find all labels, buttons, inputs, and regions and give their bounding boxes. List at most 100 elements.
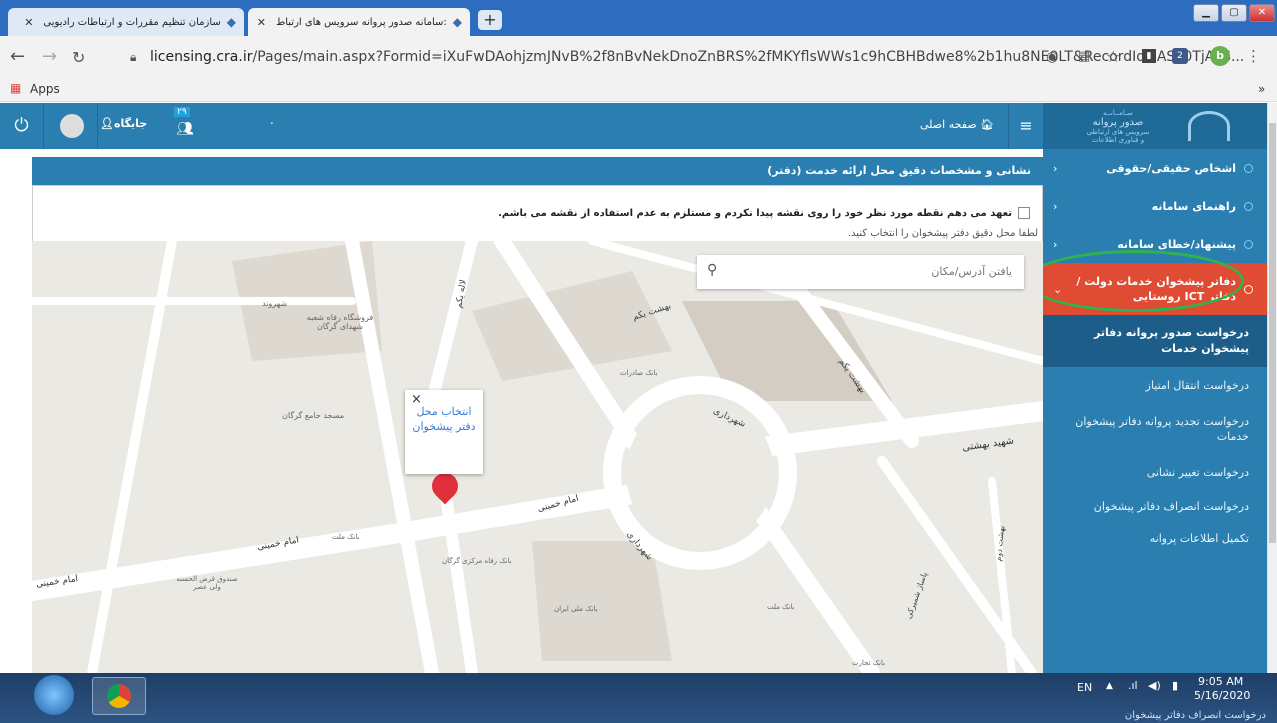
home-label: صفحه اصلی bbox=[920, 118, 977, 131]
apps-bookmark[interactable]: Apps bbox=[30, 82, 60, 96]
profile-avatar[interactable]: b bbox=[1210, 46, 1230, 66]
home-icon: 🏠︎ bbox=[980, 118, 995, 131]
forward-arrow-icon[interactable]: → bbox=[42, 46, 57, 67]
bookmark-star-icon[interactable]: ☆ bbox=[1106, 47, 1120, 66]
extension-icon[interactable]: ▮ bbox=[1142, 49, 1156, 63]
apps-grid-icon[interactable]: ▦ bbox=[10, 81, 21, 95]
sidebar-item-persons[interactable]: اشخاص حقیقی/حقوقی ‹ bbox=[1043, 149, 1267, 187]
maximize-button[interactable]: ▢ bbox=[1221, 4, 1247, 22]
dashboard-label: جایگاه bbox=[113, 117, 148, 130]
tray-up-arrow-icon[interactable]: ▲ bbox=[1106, 681, 1113, 691]
avatar bbox=[60, 114, 84, 138]
sidebar-subitem-label: درخواست تغییر نشانی bbox=[1146, 465, 1249, 479]
sidebar-subitem-label: درخواست صدور پروانه دفاتر پیشخوان خدمات bbox=[1093, 326, 1249, 355]
brand-line: سرویس های ارتباطی bbox=[1086, 128, 1150, 136]
url-path: /Pages/main.aspx?Formid=iXuFwDAohjzmJNvB… bbox=[252, 49, 1245, 65]
tab-close-icon[interactable]: ✕ bbox=[257, 16, 266, 29]
chevron-left-icon: ‹ bbox=[1053, 199, 1058, 213]
brand-line: سـامــانــه bbox=[1103, 109, 1133, 117]
map-search-placeholder: یافتن آدرس/مکان bbox=[931, 265, 1012, 278]
taskbar-chrome-button[interactable] bbox=[92, 677, 146, 715]
tab-favicon-icon: ◆ bbox=[226, 15, 236, 29]
circle-icon bbox=[1244, 163, 1253, 173]
browser-tab-bar: ◆ سازمان تنظیم مقررات و ارتباطات رادیویی… bbox=[0, 0, 1277, 36]
sidebar-subitem-cancel[interactable]: درخواست انصراف دفاتر پیشخوان bbox=[1043, 489, 1267, 523]
brand-emblem-icon bbox=[1188, 111, 1230, 141]
dashboard-link[interactable]: 👤︎جایگاه bbox=[100, 117, 147, 130]
map-label: صندوق قرض الحسنه ولی عصر bbox=[176, 575, 238, 591]
translate-icon[interactable]: ▤ bbox=[1078, 49, 1090, 64]
close-window-button[interactable]: ✕ bbox=[1249, 4, 1275, 22]
map-label: شهروند bbox=[262, 299, 288, 308]
sidebar-subitem-renew[interactable]: درخواست تجدید پروانه دفاتر پیشخوان خدمات bbox=[1043, 403, 1267, 455]
scrollbar-thumb[interactable] bbox=[1269, 123, 1276, 543]
sidebar-subitem-label: درخواست تجدید پروانه دفاتر پیشخوان خدمات bbox=[1075, 415, 1249, 443]
start-button-icon[interactable] bbox=[34, 675, 74, 715]
menu-dots-icon[interactable]: ⋮ bbox=[1246, 47, 1261, 65]
hamburger-menu-icon[interactable]: ≡ bbox=[1008, 103, 1043, 149]
volume-icon[interactable]: ◀︎) bbox=[1148, 679, 1161, 692]
signal-icon[interactable]: .ıl bbox=[1128, 679, 1138, 692]
url-host: licensing.cra.ir bbox=[150, 49, 253, 65]
sidebar-item-guide[interactable]: راهنمای سامانه ‹ bbox=[1043, 187, 1267, 225]
sidebar-subitem-transfer[interactable]: درخواست انتقال امتیاز bbox=[1043, 367, 1267, 403]
home-link[interactable]: 🏠︎ صفحه اصلی bbox=[920, 118, 994, 131]
sidebar-subitem-issue-license[interactable]: درخواست صدور پروانه دفاتر پیشخوان خدمات bbox=[1043, 315, 1267, 367]
language-indicator[interactable]: EN bbox=[1077, 681, 1092, 694]
sidebar-subitem-label: درخواست انصراف دفاتر پیشخوان bbox=[1093, 499, 1249, 513]
map-canvas[interactable]: شهروند فروشگاه رفاه شعبه شهدای گرگان لال… bbox=[32, 241, 1043, 673]
sidebar-subitem-label: درخواست انتقال امتیاز bbox=[1145, 378, 1249, 392]
browser-tab-licensing[interactable]: ◆ :سامانه صدور پروانه سرویس های ارتباط ✕ bbox=[248, 8, 470, 36]
popup-close-icon[interactable]: × bbox=[411, 392, 422, 407]
extension-badge-icon[interactable]: 2 bbox=[1172, 48, 1188, 64]
clock-time[interactable]: 9:05 AM bbox=[1198, 675, 1243, 688]
map-label: بانک ملت bbox=[332, 533, 360, 541]
browser-tab-cra[interactable]: ◆ سازمان تنظیم مقررات و ارتباطات رادیویی… bbox=[8, 8, 244, 36]
map-search-input[interactable]: یافتن آدرس/مکان ⚲ bbox=[697, 255, 1024, 289]
circle-icon bbox=[1244, 239, 1253, 249]
sidebar-subitem-label: تکمیل اطلاعات پروانه bbox=[1149, 531, 1249, 545]
sidebar-peek-item: درخواست انصراف دفاتر پیشخوان bbox=[1124, 710, 1266, 721]
tab-favicon-icon: ◆ bbox=[452, 15, 462, 29]
app-topbar: ⏻ 👤︎جایگاه ۲۹ 👥︎ . 🏠︎ صفحه اصلی ≡ bbox=[0, 103, 1043, 149]
power-icon[interactable]: ⏻ bbox=[0, 103, 44, 149]
bookmarks-bar: ▦ Apps » bbox=[0, 78, 1277, 102]
user-icon: 👤︎ bbox=[100, 117, 114, 130]
tab-title: سازمان تنظیم مقررات و ارتباطات رادیویی bbox=[43, 16, 221, 28]
popup-text: انتخاب محل دفتر پیشخوان bbox=[412, 405, 476, 433]
map-opt-out-row: تعهد می دهم نقطه مورد نظر خود را روی نقش… bbox=[45, 207, 1030, 219]
sidebar-subitem-change-address[interactable]: درخواست تغییر نشانی bbox=[1043, 455, 1267, 489]
clock-date[interactable]: 5/16/2020 bbox=[1194, 689, 1250, 702]
brand-line: صدور پروانه bbox=[1092, 117, 1144, 128]
user-avatar[interactable] bbox=[46, 103, 98, 149]
opt-out-label: تعهد می دهم نقطه مورد نظر خود را روی نقش… bbox=[498, 207, 1012, 219]
reload-icon[interactable]: ↻ bbox=[72, 48, 85, 67]
map-label: بانک رفاه مرکزی گرگان bbox=[442, 557, 512, 565]
sidebar: سـامــانــه صدور پروانه سرویس های ارتباط… bbox=[1043, 103, 1267, 673]
bookmarks-more[interactable]: » bbox=[1258, 82, 1265, 96]
highlight-ellipse bbox=[1026, 250, 1244, 312]
tab-close-icon[interactable]: ✕ bbox=[24, 16, 33, 29]
circle-icon bbox=[1244, 201, 1253, 211]
map-label: مسجد جامع گرگان bbox=[282, 411, 345, 420]
sidebar-item-label: پیشنهاد/خطای سامانه bbox=[1117, 237, 1236, 251]
chrome-icon bbox=[107, 684, 131, 708]
new-tab-button[interactable]: + bbox=[478, 10, 502, 30]
back-arrow-icon[interactable]: ← bbox=[10, 46, 25, 67]
location-icon[interactable]: ◉ bbox=[1046, 49, 1058, 65]
minimize-button[interactable]: ▁ bbox=[1193, 4, 1219, 22]
brand-text: سـامــانــه صدور پروانه سرویس های ارتباط… bbox=[1073, 109, 1163, 144]
sidebar-item-label: اشخاص حقیقی/حقوقی bbox=[1106, 161, 1236, 175]
map-label: بانک تجارت bbox=[852, 659, 886, 667]
brand-logo: سـامــانــه صدور پروانه سرویس های ارتباط… bbox=[1043, 103, 1267, 149]
opt-out-checkbox[interactable] bbox=[1018, 207, 1030, 219]
users-icon: 👥︎ bbox=[176, 121, 194, 137]
sidebar-item-label: راهنمای سامانه bbox=[1151, 199, 1236, 213]
page-scrollbar[interactable] bbox=[1267, 103, 1277, 673]
notification-count-badge: ۲۹ bbox=[174, 107, 190, 117]
search-icon[interactable]: ⚲ bbox=[707, 262, 717, 278]
circle-icon bbox=[1244, 284, 1253, 294]
sidebar-subitem-complete-info[interactable]: تکمیل اطلاعات پروانه bbox=[1043, 523, 1267, 553]
battery-icon[interactable]: ▮ bbox=[1172, 679, 1178, 692]
map-popup: × انتخاب محل دفتر پیشخوان bbox=[405, 390, 483, 474]
